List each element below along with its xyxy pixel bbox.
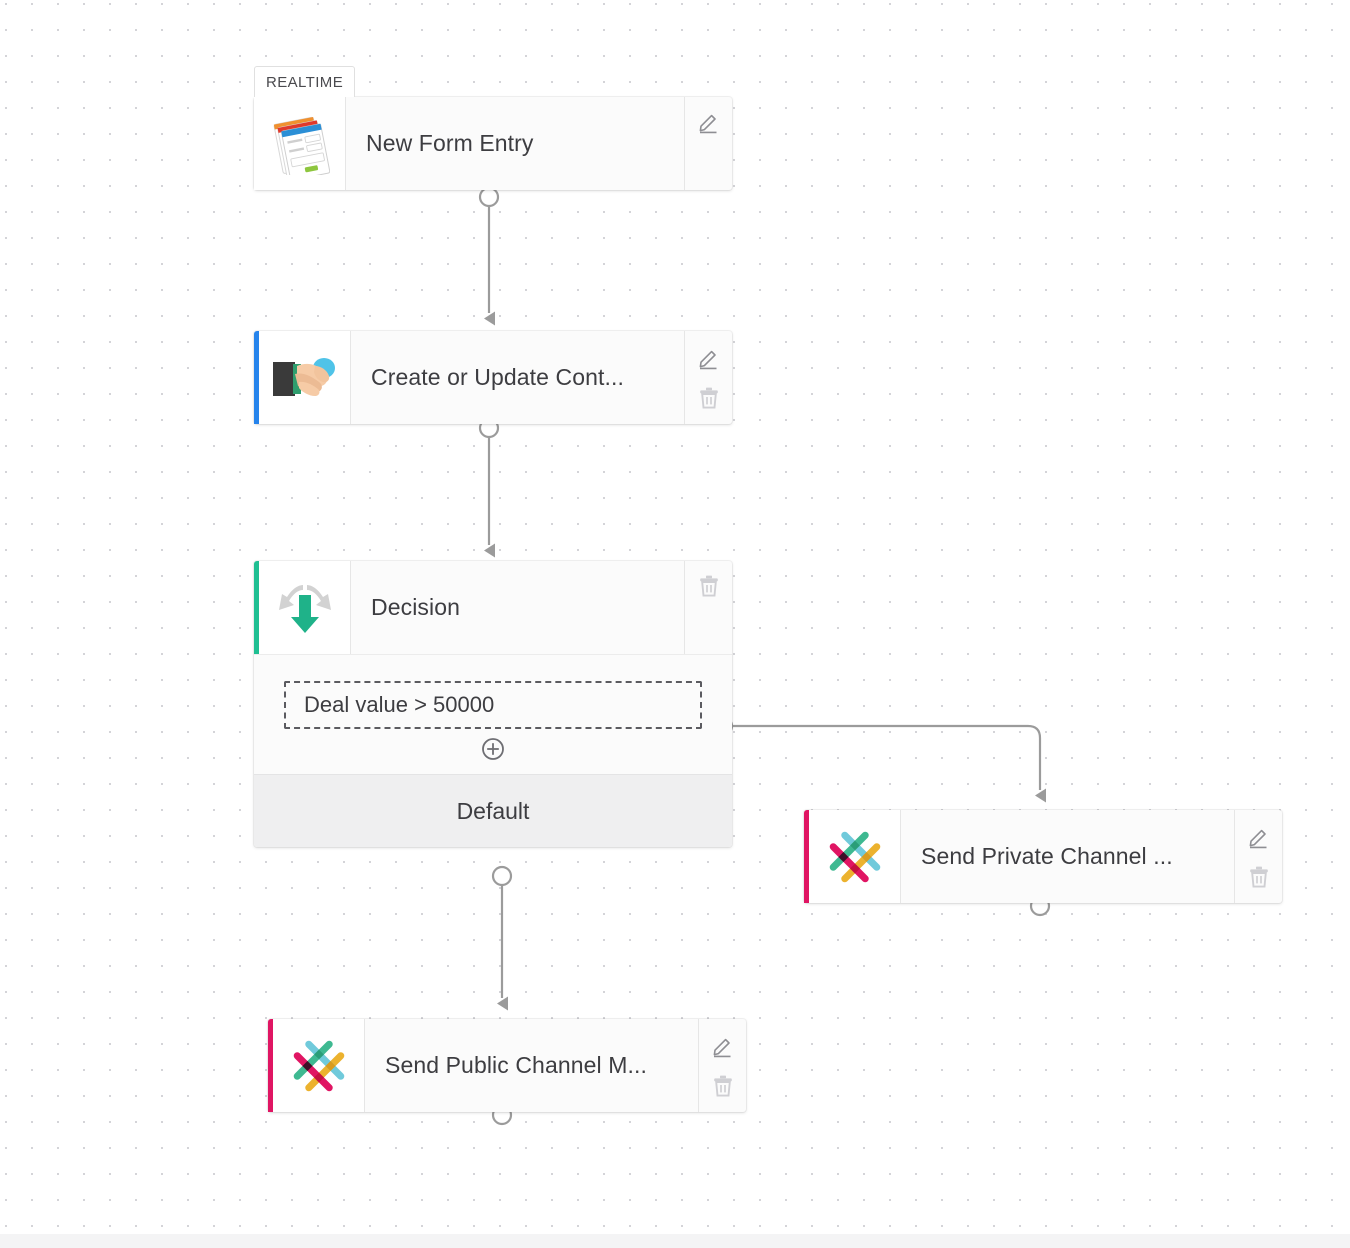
add-branch-row — [254, 729, 732, 774]
realtime-badge: REALTIME — [254, 66, 356, 97]
trash-icon[interactable] — [696, 573, 722, 599]
node-actions[interactable] — [684, 97, 732, 190]
default-branch-label: Default — [456, 797, 530, 824]
node-icon-cell — [809, 810, 901, 903]
node-decision[interactable]: Decision Deal value > 50000 Default — [254, 561, 732, 847]
node-title: Send Public Channel M... — [385, 1052, 647, 1078]
form-stack-icon — [273, 116, 330, 175]
trash-icon[interactable] — [1246, 864, 1272, 890]
branch-default[interactable]: Default — [254, 774, 732, 847]
connector-default-to-public-slack — [491, 865, 513, 1011]
node-actions[interactable] — [698, 1019, 746, 1112]
branch-deal-value-branch[interactable]: Deal value > 50000 — [284, 681, 702, 729]
realtime-badge-label: REALTIME — [266, 73, 344, 91]
node-send-public-channel-message[interactable]: Send Public Channel M... — [268, 1019, 746, 1112]
node-title: Create or Update Cont... — [371, 364, 624, 390]
edit-icon[interactable] — [710, 1033, 736, 1059]
edit-icon[interactable] — [696, 109, 722, 135]
node-title-cell: New Form Entry — [346, 97, 684, 190]
handshake-icon — [272, 357, 335, 396]
node-actions[interactable] — [684, 331, 732, 424]
node-title-cell: Send Private Channel ... — [901, 810, 1234, 903]
node-actions[interactable] — [684, 561, 732, 654]
canvas-bottom-strip — [0, 1234, 1350, 1248]
trash-icon[interactable] — [696, 385, 722, 411]
node-actions[interactable] — [1234, 810, 1282, 903]
node-title: New Form Entry — [366, 130, 534, 156]
node-create-or-update-contact[interactable]: Create or Update Cont... — [254, 331, 732, 424]
slack-icon — [293, 1040, 344, 1091]
node-send-private-channel-message[interactable]: Send Private Channel ... — [804, 810, 1282, 903]
node-icon-cell — [259, 561, 351, 654]
node-new-form-entry[interactable]: REALTIME New Form Entry — [254, 66, 732, 190]
connector-contact-to-decision — [478, 417, 500, 558]
node-title-cell: Create or Update Cont... — [351, 331, 684, 424]
decision-arrows-icon — [278, 584, 331, 633]
edit-icon[interactable] — [1246, 824, 1272, 850]
trash-icon[interactable] — [710, 1073, 736, 1099]
node-icon-cell — [254, 97, 346, 190]
decision-branch-list: Deal value > 50000 — [254, 654, 732, 729]
node-title-cell: Send Public Channel M... — [365, 1019, 698, 1112]
plus-circle-icon[interactable] — [481, 737, 505, 761]
branch-label: Deal value > 50000 — [304, 692, 495, 717]
node-icon-cell — [273, 1019, 365, 1112]
connector-form-to-contact — [478, 186, 500, 326]
node-title: Send Private Channel ... — [921, 843, 1173, 869]
workflow-canvas[interactable]: REALTIME New Form Entry Create or Update… — [0, 0, 1350, 1248]
edit-icon[interactable] — [696, 345, 722, 371]
slack-icon — [829, 831, 880, 882]
node-title-cell: Decision — [351, 561, 684, 654]
node-title: Decision — [371, 594, 461, 620]
node-icon-cell — [259, 331, 351, 424]
connector-branch-to-private-slack — [690, 715, 1046, 803]
